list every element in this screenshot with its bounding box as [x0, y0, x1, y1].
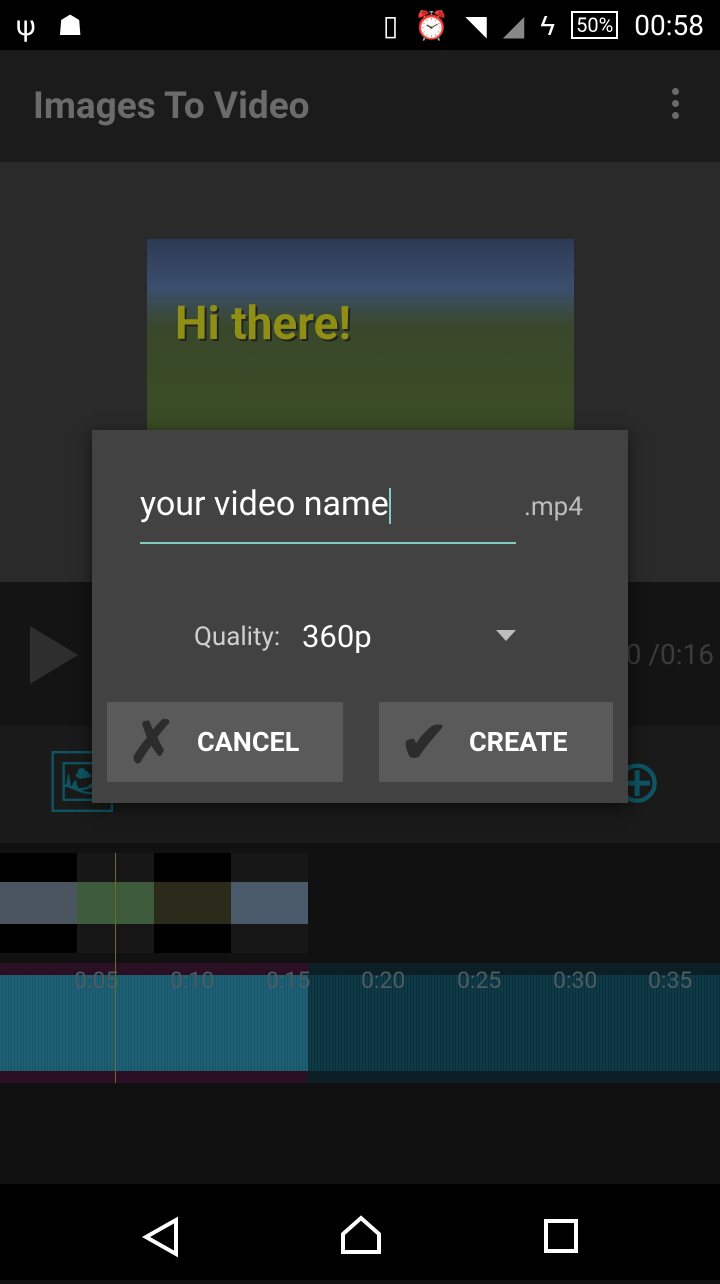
- usb-icon: ψ: [16, 8, 36, 42]
- cancel-label: CANCEL: [197, 726, 300, 758]
- playhead[interactable]: [115, 853, 116, 1083]
- recents-icon[interactable]: [544, 1219, 578, 1253]
- app-title: Images To Video: [33, 84, 310, 128]
- time-tick: 0:30: [553, 967, 598, 994]
- play-icon[interactable]: [30, 626, 78, 684]
- battery-icon: 50%: [571, 11, 619, 39]
- thumbnail[interactable]: [231, 853, 308, 953]
- time-tick: 0:25: [457, 967, 502, 994]
- charging-icon: ϟ: [540, 8, 556, 42]
- quality-select[interactable]: 360p: [302, 618, 372, 655]
- navigation-bar: [0, 1184, 720, 1280]
- time-tick: 0:35: [648, 967, 693, 994]
- preview-caption: Hi there!: [175, 297, 351, 351]
- playback-time: 0 /0:16: [625, 638, 714, 671]
- create-video-dialog: your video name .mp4 Quality: 360p ✗ CAN…: [92, 430, 628, 803]
- app-bar: Images To Video: [0, 50, 720, 162]
- preview-image: Hi there!: [147, 239, 574, 434]
- clock: 00:58: [634, 8, 704, 42]
- signal-icon: ◢: [502, 8, 525, 42]
- time-tick: 0:05: [74, 967, 119, 994]
- wifi-icon: ◥: [465, 8, 487, 42]
- video-name-value: your video name: [140, 484, 389, 524]
- create-button[interactable]: ✔ CREATE: [379, 702, 613, 782]
- android-debug-icon: ☗: [57, 8, 83, 42]
- overflow-menu-icon[interactable]: [672, 88, 680, 124]
- dropdown-arrow-icon[interactable]: [496, 630, 516, 641]
- check-icon: ✔: [399, 708, 449, 777]
- back-icon[interactable]: [141, 1216, 178, 1258]
- video-name-input[interactable]: your video name: [140, 480, 516, 544]
- quality-label: Quality:: [194, 622, 281, 652]
- vibrate-icon: ▯: [382, 8, 399, 42]
- image-timeline[interactable]: [0, 853, 308, 953]
- cross-icon: ✗: [127, 708, 177, 777]
- audio-waveform[interactable]: 0:05 0:10 0:15 0:20 0:25 0:30 0:35: [0, 963, 720, 1083]
- create-label: CREATE: [469, 726, 568, 758]
- time-tick: 0:10: [170, 967, 215, 994]
- home-icon[interactable]: [341, 1215, 381, 1254]
- thumbnail[interactable]: [154, 853, 231, 953]
- status-bar: ψ ☗ ▯ ⏰ ◥ ◢ ϟ 50% 00:58: [0, 0, 720, 50]
- time-tick: 0:20: [361, 967, 406, 994]
- time-tick: 0:15: [266, 967, 311, 994]
- file-extension: .mp4: [524, 492, 583, 522]
- thumbnail[interactable]: [0, 853, 77, 953]
- cancel-button[interactable]: ✗ CANCEL: [107, 702, 343, 782]
- alarm-icon: ⏰: [414, 8, 450, 42]
